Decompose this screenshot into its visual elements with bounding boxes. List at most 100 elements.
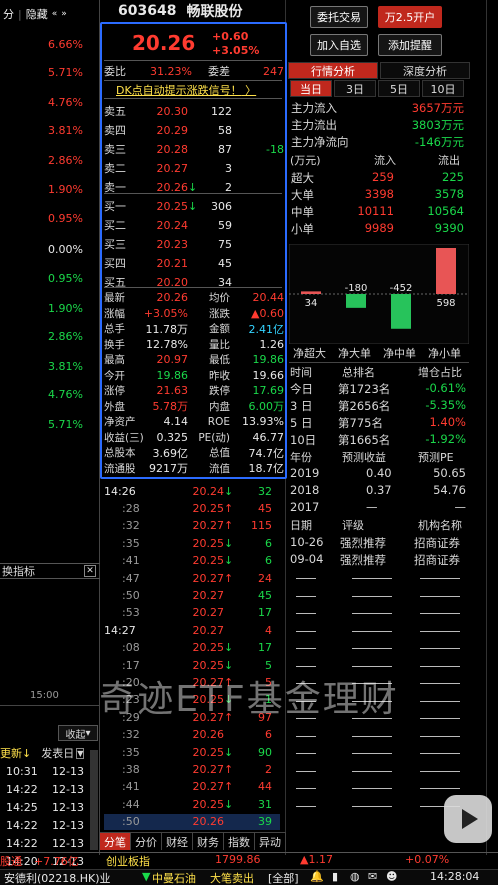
tab-day-range[interactable]: 3日 — [334, 80, 376, 97]
empty-cell-dash — [296, 630, 316, 632]
flow-value: 3803万元 — [411, 118, 464, 132]
news-time[interactable]: 14:22 — [6, 837, 38, 850]
news-time[interactable]: 14:22 — [6, 819, 38, 832]
open-account-button[interactable]: 万2.5开户 — [378, 6, 442, 28]
rating-institution[interactable]: 招商证券 — [414, 552, 460, 568]
column-header: 预测收益 — [342, 451, 386, 464]
double-arrow-icon[interactable]: « — [52, 9, 58, 19]
rank-value: 第2656名 — [338, 399, 391, 413]
axis-pct-label: 5.71% — [48, 66, 83, 79]
collapse-button[interactable]: 收起 ▾ — [58, 725, 98, 741]
flow-value: -146万元 — [414, 135, 464, 149]
forecast-header: 年份 预测收益 预测PE — [290, 449, 468, 465]
level-volume: 87 — [218, 142, 232, 156]
forecast-pe: 50.65 — [433, 466, 466, 480]
net-flow-value: 598 — [436, 298, 455, 309]
mid-tab[interactable]: 分笔 — [100, 833, 131, 850]
indicator-bar: 换指标 ✕ — [0, 563, 100, 579]
flow-label: 主力流出 — [291, 118, 337, 132]
stat-value: 2.41亿 — [248, 322, 285, 336]
stat-value: 20.26 — [156, 291, 189, 304]
flow-table-header: (万元) 流入 流出 — [290, 152, 466, 168]
news-time[interactable]: 14:25 — [6, 801, 38, 814]
rating-grade: 强烈推荐 — [340, 536, 386, 550]
tick-row: :28 20.25 ↑ 45 — [104, 500, 280, 516]
sort-down-icon[interactable]: ▼ — [76, 747, 85, 759]
column-header: 总排名 — [342, 366, 375, 379]
down-arrow-icon: ↓ — [224, 554, 234, 568]
ratio-value: 31.23% — [150, 64, 192, 78]
news-date[interactable]: 12-13 — [52, 801, 84, 814]
mid-tab[interactable]: 财务 — [193, 833, 224, 850]
tab-day-range[interactable]: 5日 — [378, 80, 420, 97]
close-icon[interactable]: ✕ — [84, 565, 96, 577]
left-chart-panel: 分 | 隐藏 « » 6.66% 5.71% 4.76% 3.81% 2.86% 1.90… — [0, 0, 100, 868]
forecast-year: 2018 — [290, 483, 320, 497]
tab-depth-analysis[interactable]: 深度分析 — [380, 62, 470, 79]
switch-indicator-button[interactable]: 换指标 — [2, 563, 35, 579]
down-arrow-icon: ↓ — [188, 199, 198, 213]
mid-tab[interactable]: 分价 — [131, 833, 162, 850]
forecast-pe: — — [454, 500, 467, 514]
level-label: 买二 — [104, 219, 126, 232]
level-price: 20.26 — [156, 180, 189, 194]
add-alert-button[interactable]: 添加提醒 — [378, 34, 442, 56]
double-right-arrow-icon[interactable]: » — [61, 9, 67, 19]
rating-date: 10-26 — [290, 535, 324, 549]
axis-pct-label: 0.95% — [48, 212, 83, 225]
tick-row: :32 20.26 6 — [104, 727, 280, 743]
net-flow-label: 净大单 — [338, 347, 371, 360]
news-date[interactable]: 12-13 — [52, 765, 84, 778]
axis-pct-label: 3.81% — [48, 360, 83, 373]
sell-level-row: 卖五 20.30 122 — [104, 102, 284, 120]
bell-icon[interactable]: 🔔 — [310, 870, 324, 883]
news-date[interactable]: 12-13 — [52, 837, 84, 850]
news-header: 更新 ↓ 发表日 ▼ — [0, 745, 85, 761]
entrust-trade-button[interactable]: 委托交易 — [310, 6, 368, 28]
stat-label: 昨收 — [209, 369, 230, 382]
person-icon[interactable]: ☻ — [386, 870, 397, 883]
rating-institution[interactable]: 招商证券 — [414, 535, 460, 551]
left-top-item-0[interactable]: 分 — [3, 6, 14, 22]
publish-header[interactable]: 发表日 — [41, 745, 74, 761]
tick-volume: 4 — [265, 623, 272, 637]
stat-value: +3.05% — [143, 306, 188, 320]
stat-label: 金额 — [209, 323, 230, 335]
right-scrollbar[interactable] — [486, 0, 496, 855]
index-name[interactable]: 创业板指 — [106, 853, 150, 869]
news-date[interactable]: 12-13 — [52, 819, 84, 832]
empty-cell-dash — [420, 665, 460, 667]
empty-cell-dash — [296, 578, 316, 579]
up-arrow-icon: ↑ — [224, 519, 234, 533]
mid-tab[interactable]: 财经 — [162, 833, 193, 850]
play-overlay-button[interactable] — [444, 795, 492, 843]
tick-time: :32 — [122, 519, 140, 533]
news-time[interactable]: 10:31 — [6, 765, 38, 778]
add-watchlist-button[interactable]: 加入自选 — [310, 34, 368, 56]
tick-row: :50 20.26 39 — [104, 813, 280, 830]
empty-cell-dash — [352, 665, 392, 667]
stat-value: 46.77 — [252, 430, 285, 444]
ticker-filter[interactable]: [全部] — [268, 870, 299, 885]
tick-volume: 115 — [251, 519, 272, 533]
tab-day-range[interactable]: 当日 — [290, 80, 332, 97]
tab-day-range[interactable]: 10日 — [422, 80, 464, 97]
ticker-item-1[interactable]: 安德利(02218.HK)业 — [4, 870, 111, 885]
mail-icon[interactable]: ✉ — [368, 870, 377, 883]
stat-value: 0.325 — [156, 430, 189, 444]
ticker-item-2[interactable]: 中曼石油 — [152, 870, 196, 885]
net-flow-bar — [346, 294, 366, 308]
update-header[interactable]: 更新 — [0, 745, 22, 761]
news-date[interactable]: 12-13 — [52, 783, 84, 796]
mid-tab[interactable]: 指数 — [224, 833, 255, 850]
news-time[interactable]: 14:22 — [6, 783, 38, 796]
mid-tab[interactable]: 异动 — [255, 833, 286, 850]
tab-market-analysis[interactable]: 行情分析 — [288, 62, 378, 79]
signal-link[interactable]: DK点自动提示涨跌信号！ 〉 — [116, 82, 256, 98]
tick-row: :35 20.25 ↓ 90 — [104, 744, 280, 760]
tick-time: :38 — [122, 762, 140, 776]
empty-cell-dash — [352, 735, 392, 737]
news-scrollbar[interactable] — [90, 750, 98, 850]
hide-button[interactable]: 隐藏 — [26, 6, 48, 22]
stat-label: 今开 — [104, 369, 125, 382]
